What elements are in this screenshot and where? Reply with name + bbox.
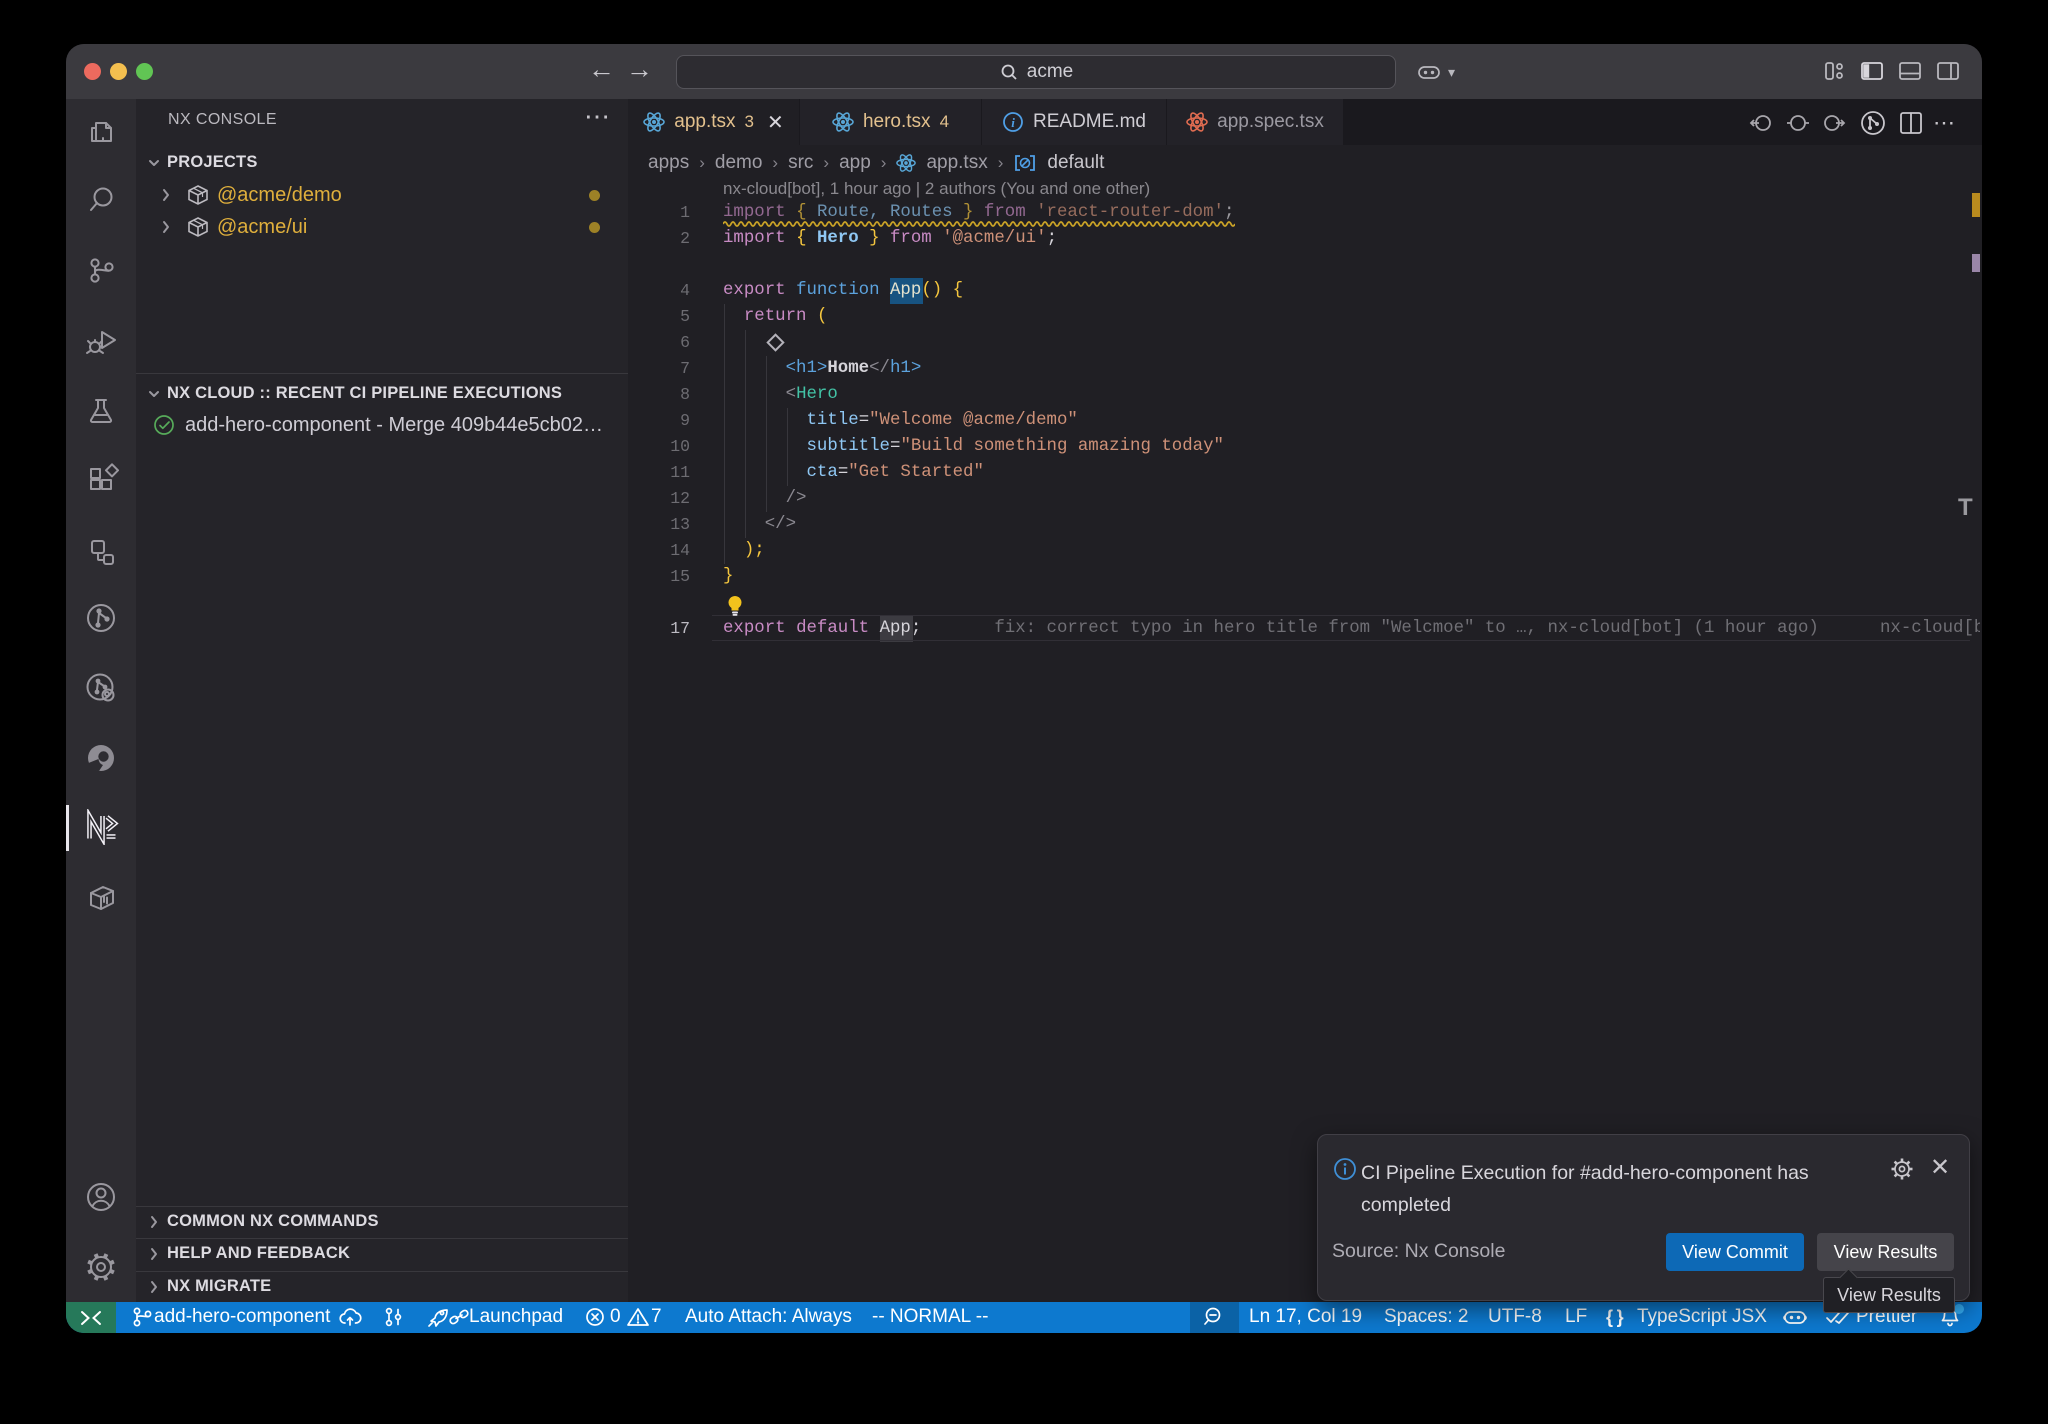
svg-text:i: i: [1011, 115, 1015, 130]
